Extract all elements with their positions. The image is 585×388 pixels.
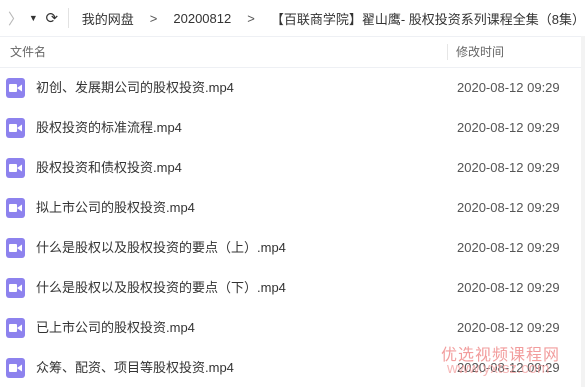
- file-row[interactable]: 股权投资和债权投资.mp4 2020-08-12 09:29: [0, 148, 585, 188]
- column-divider[interactable]: [447, 44, 448, 60]
- watermark-url: www.yxtsz.com: [447, 360, 550, 377]
- video-file-icon: [6, 278, 25, 298]
- toolbar-divider: [67, 8, 69, 28]
- video-file-icon: [6, 118, 25, 138]
- file-modified-time: 2020-08-12 09:29: [457, 160, 560, 175]
- column-header-name[interactable]: 文件名: [10, 37, 46, 67]
- file-name[interactable]: 什么是股权以及股权投资的要点（上）.mp4: [36, 228, 286, 268]
- video-file-icon: [6, 158, 25, 178]
- file-modified-time: 2020-08-12 09:29: [457, 240, 560, 255]
- file-modified-time: 2020-08-12 09:29: [457, 280, 560, 295]
- file-list-header: 文件名 修改时间: [0, 36, 585, 68]
- column-header-modified[interactable]: 修改时间: [456, 37, 504, 67]
- scrollbar[interactable]: [581, 36, 585, 387]
- file-name[interactable]: 拟上市公司的股权投资.mp4: [36, 188, 195, 228]
- file-name[interactable]: 什么是股权以及股权投资的要点（下）.mp4: [36, 268, 286, 308]
- file-modified-time: 2020-08-12 09:29: [457, 80, 560, 95]
- file-row[interactable]: 什么是股权以及股权投资的要点（上）.mp4 2020-08-12 09:29: [0, 228, 585, 268]
- video-file-icon: [6, 198, 25, 218]
- breadcrumb-current[interactable]: 【百联商学院】翟山鹰- 股权投资系列课程全集（8集）: [271, 9, 585, 28]
- video-file-icon: [6, 78, 25, 98]
- breadcrumb-folder[interactable]: 20200812: [173, 11, 231, 26]
- file-name[interactable]: 众筹、配资、项目等股权投资.mp4: [36, 348, 234, 388]
- file-modified-time: 2020-08-12 09:29: [457, 120, 560, 135]
- file-name[interactable]: 已上市公司的股权投资.mp4: [36, 308, 195, 348]
- file-row[interactable]: 初创、发展期公司的股权投资.mp4 2020-08-12 09:29: [0, 68, 585, 108]
- breadcrumb-separator: >: [149, 10, 158, 26]
- file-name[interactable]: 股权投资的标准流程.mp4: [36, 108, 182, 148]
- back-button[interactable]: 〉: [8, 0, 23, 36]
- file-row[interactable]: 股权投资的标准流程.mp4 2020-08-12 09:29: [0, 108, 585, 148]
- file-name[interactable]: 初创、发展期公司的股权投资.mp4: [36, 68, 234, 108]
- file-row[interactable]: 什么是股权以及股权投资的要点（下）.mp4 2020-08-12 09:29: [0, 268, 585, 308]
- breadcrumb-root[interactable]: 我的网盘: [82, 9, 134, 28]
- file-name[interactable]: 股权投资和债权投资.mp4: [36, 148, 182, 188]
- video-file-icon: [6, 358, 25, 378]
- video-file-icon: [6, 238, 25, 258]
- navigation-toolbar: 〉 ▼ ⟳ 我的网盘 > 20200812 > 【百联商学院】翟山鹰- 股权投资…: [0, 0, 585, 36]
- file-modified-time: 2020-08-12 09:29: [457, 200, 560, 215]
- refresh-button[interactable]: ⟳: [44, 0, 60, 36]
- breadcrumb-separator: >: [247, 10, 255, 26]
- video-file-icon: [6, 318, 25, 338]
- file-row[interactable]: 拟上市公司的股权投资.mp4 2020-08-12 09:29: [0, 188, 585, 228]
- file-list: 初创、发展期公司的股权投资.mp4 2020-08-12 09:29 股权投资的…: [0, 68, 585, 388]
- history-dropdown-button[interactable]: ▼: [27, 0, 40, 36]
